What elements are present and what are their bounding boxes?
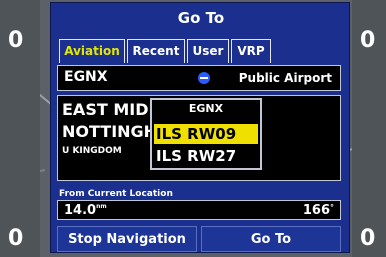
map-label-left: 0 bbox=[8, 28, 24, 53]
from-location-label: From Current Location bbox=[59, 189, 173, 199]
goto-button[interactable]: Go To bbox=[201, 226, 341, 252]
gps-screen: 0 0 0 0 Go To Aviation Recent User VRP E… bbox=[0, 0, 386, 257]
map-label-right: 0 bbox=[360, 28, 376, 53]
airport-icon bbox=[198, 72, 210, 84]
info-line-name: EAST MIDL bbox=[62, 100, 159, 119]
identifier-field[interactable]: EGNX Public Airport bbox=[57, 65, 341, 91]
stop-navigation-button[interactable]: Stop Navigation bbox=[57, 226, 197, 252]
distance-value: 14.0nm bbox=[64, 203, 107, 218]
info-line-city: NOTTINGH bbox=[62, 122, 158, 141]
identifier-value: EGNX bbox=[64, 69, 108, 85]
popup-item-ils-rw09[interactable]: ILS RW09 bbox=[154, 124, 258, 144]
goto-dialog: Go To Aviation Recent User VRP EGNX Publ… bbox=[50, 2, 350, 253]
tab-vrp[interactable]: VRP bbox=[231, 39, 271, 63]
distance-unit: nm bbox=[96, 203, 107, 210]
bearing-unit: ° bbox=[330, 203, 334, 212]
identifier-type: Public Airport bbox=[238, 71, 332, 85]
from-location-row: 14.0nm 166° bbox=[57, 200, 341, 220]
dialog-title: Go To bbox=[177, 9, 225, 27]
tab-aviation[interactable]: Aviation bbox=[59, 39, 125, 63]
bearing-value: 166° bbox=[302, 203, 334, 218]
tab-recent[interactable]: Recent bbox=[127, 39, 185, 63]
popup-item-ils-rw27[interactable]: ILS RW27 bbox=[154, 146, 258, 166]
tab-user[interactable]: User bbox=[187, 39, 229, 63]
info-line-country: U KINGDOM bbox=[62, 146, 122, 156]
popup-title: EGNX bbox=[188, 102, 224, 115]
map-label-left-bottom: 0 bbox=[8, 226, 24, 251]
map-label-right-bottom: 0 bbox=[360, 226, 376, 251]
approach-popup: EGNX ILS RW09 ILS RW27 bbox=[150, 98, 262, 170]
